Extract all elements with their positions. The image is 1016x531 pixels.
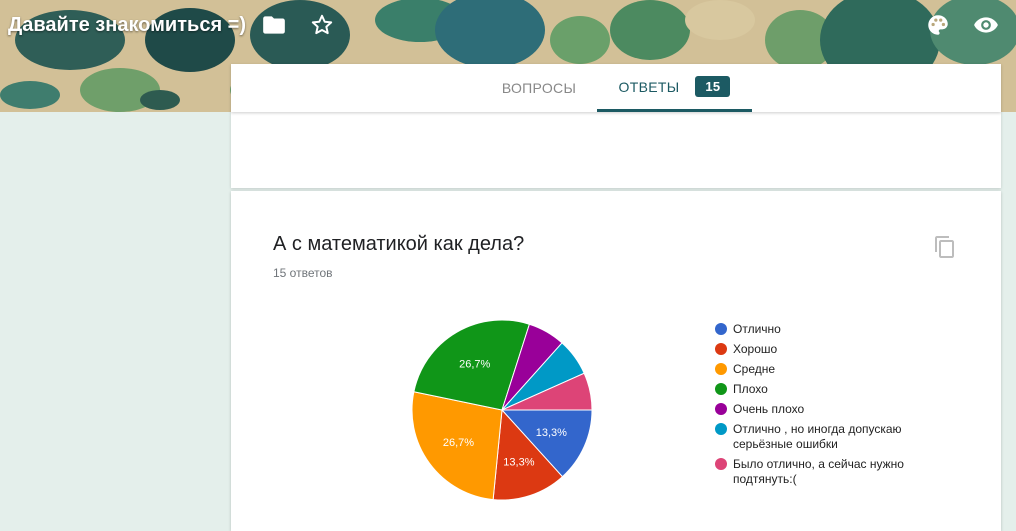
legend-label: Отлично , но иногда допускаю серьёзные о… bbox=[733, 422, 902, 451]
legend-swatch bbox=[715, 458, 727, 470]
pie-chart: 13,3% 13,3% 26,7% 26,7% bbox=[411, 319, 593, 501]
pie-slice-label-2: 26,7% bbox=[443, 437, 474, 449]
folder-icon[interactable] bbox=[261, 12, 287, 38]
tab-responses[interactable]: ОТВЕТЫ 15 bbox=[597, 64, 752, 112]
question-summary-card: А с математикой как дела? 15 ответов 13,… bbox=[231, 191, 1001, 531]
pie-slice-label-0: 13,3% bbox=[536, 427, 567, 439]
star-icon[interactable] bbox=[309, 12, 335, 38]
summary-card bbox=[231, 112, 1001, 188]
legend-item[interactable]: Хорошо bbox=[715, 342, 945, 357]
copy-icon bbox=[935, 236, 954, 258]
legend-swatch bbox=[715, 343, 727, 355]
response-count: 15 ответов bbox=[273, 266, 333, 280]
responses-count-badge: 15 bbox=[695, 76, 731, 97]
legend-swatch bbox=[715, 323, 727, 335]
legend-item[interactable]: Отлично bbox=[715, 322, 945, 337]
tab-questions[interactable]: ВОПРОСЫ bbox=[489, 64, 589, 112]
question-title: А с математикой как дела? bbox=[273, 233, 525, 255]
legend-swatch bbox=[715, 383, 727, 395]
legend-label: Отлично bbox=[733, 322, 781, 336]
legend-item[interactable]: Очень плохо bbox=[715, 402, 945, 417]
palette-icon[interactable] bbox=[925, 12, 951, 38]
legend-label: Хорошо bbox=[733, 342, 778, 356]
copy-chart-button[interactable] bbox=[933, 235, 957, 259]
legend-label: Очень плохо bbox=[733, 402, 805, 416]
legend-item[interactable]: Отлично , но иногда допускаю серьёзные о… bbox=[715, 422, 945, 452]
legend-item[interactable]: Средне bbox=[715, 362, 945, 377]
legend-label: Средне bbox=[733, 362, 776, 376]
legend-swatch bbox=[715, 363, 727, 375]
pie-slice-label-1: 13,3% bbox=[503, 456, 534, 468]
legend-label: Плохо bbox=[733, 382, 768, 396]
legend-swatch bbox=[715, 403, 727, 415]
tab-questions-label: ВОПРОСЫ bbox=[501, 80, 577, 96]
form-title[interactable]: Давайте знакомиться =) bbox=[8, 14, 246, 37]
chart-legend: Отлично Хорошо Средне Плохо Очень плохо Отлич… bbox=[715, 322, 945, 492]
pie-slice-label-3: 26,7% bbox=[459, 358, 490, 370]
legend-label: Было отлично, а сейчас нужно подтянуть:( bbox=[733, 457, 904, 486]
legend-item[interactable]: Плохо bbox=[715, 382, 945, 397]
legend-swatch bbox=[715, 423, 727, 435]
tabs-bar: ВОПРОСЫ ОТВЕТЫ 15 bbox=[231, 64, 1001, 112]
tab-responses-label: ОТВЕТЫ bbox=[618, 78, 680, 95]
eye-icon[interactable] bbox=[973, 12, 999, 38]
legend-item[interactable]: Было отлично, а сейчас нужно подтянуть:( bbox=[715, 457, 945, 487]
